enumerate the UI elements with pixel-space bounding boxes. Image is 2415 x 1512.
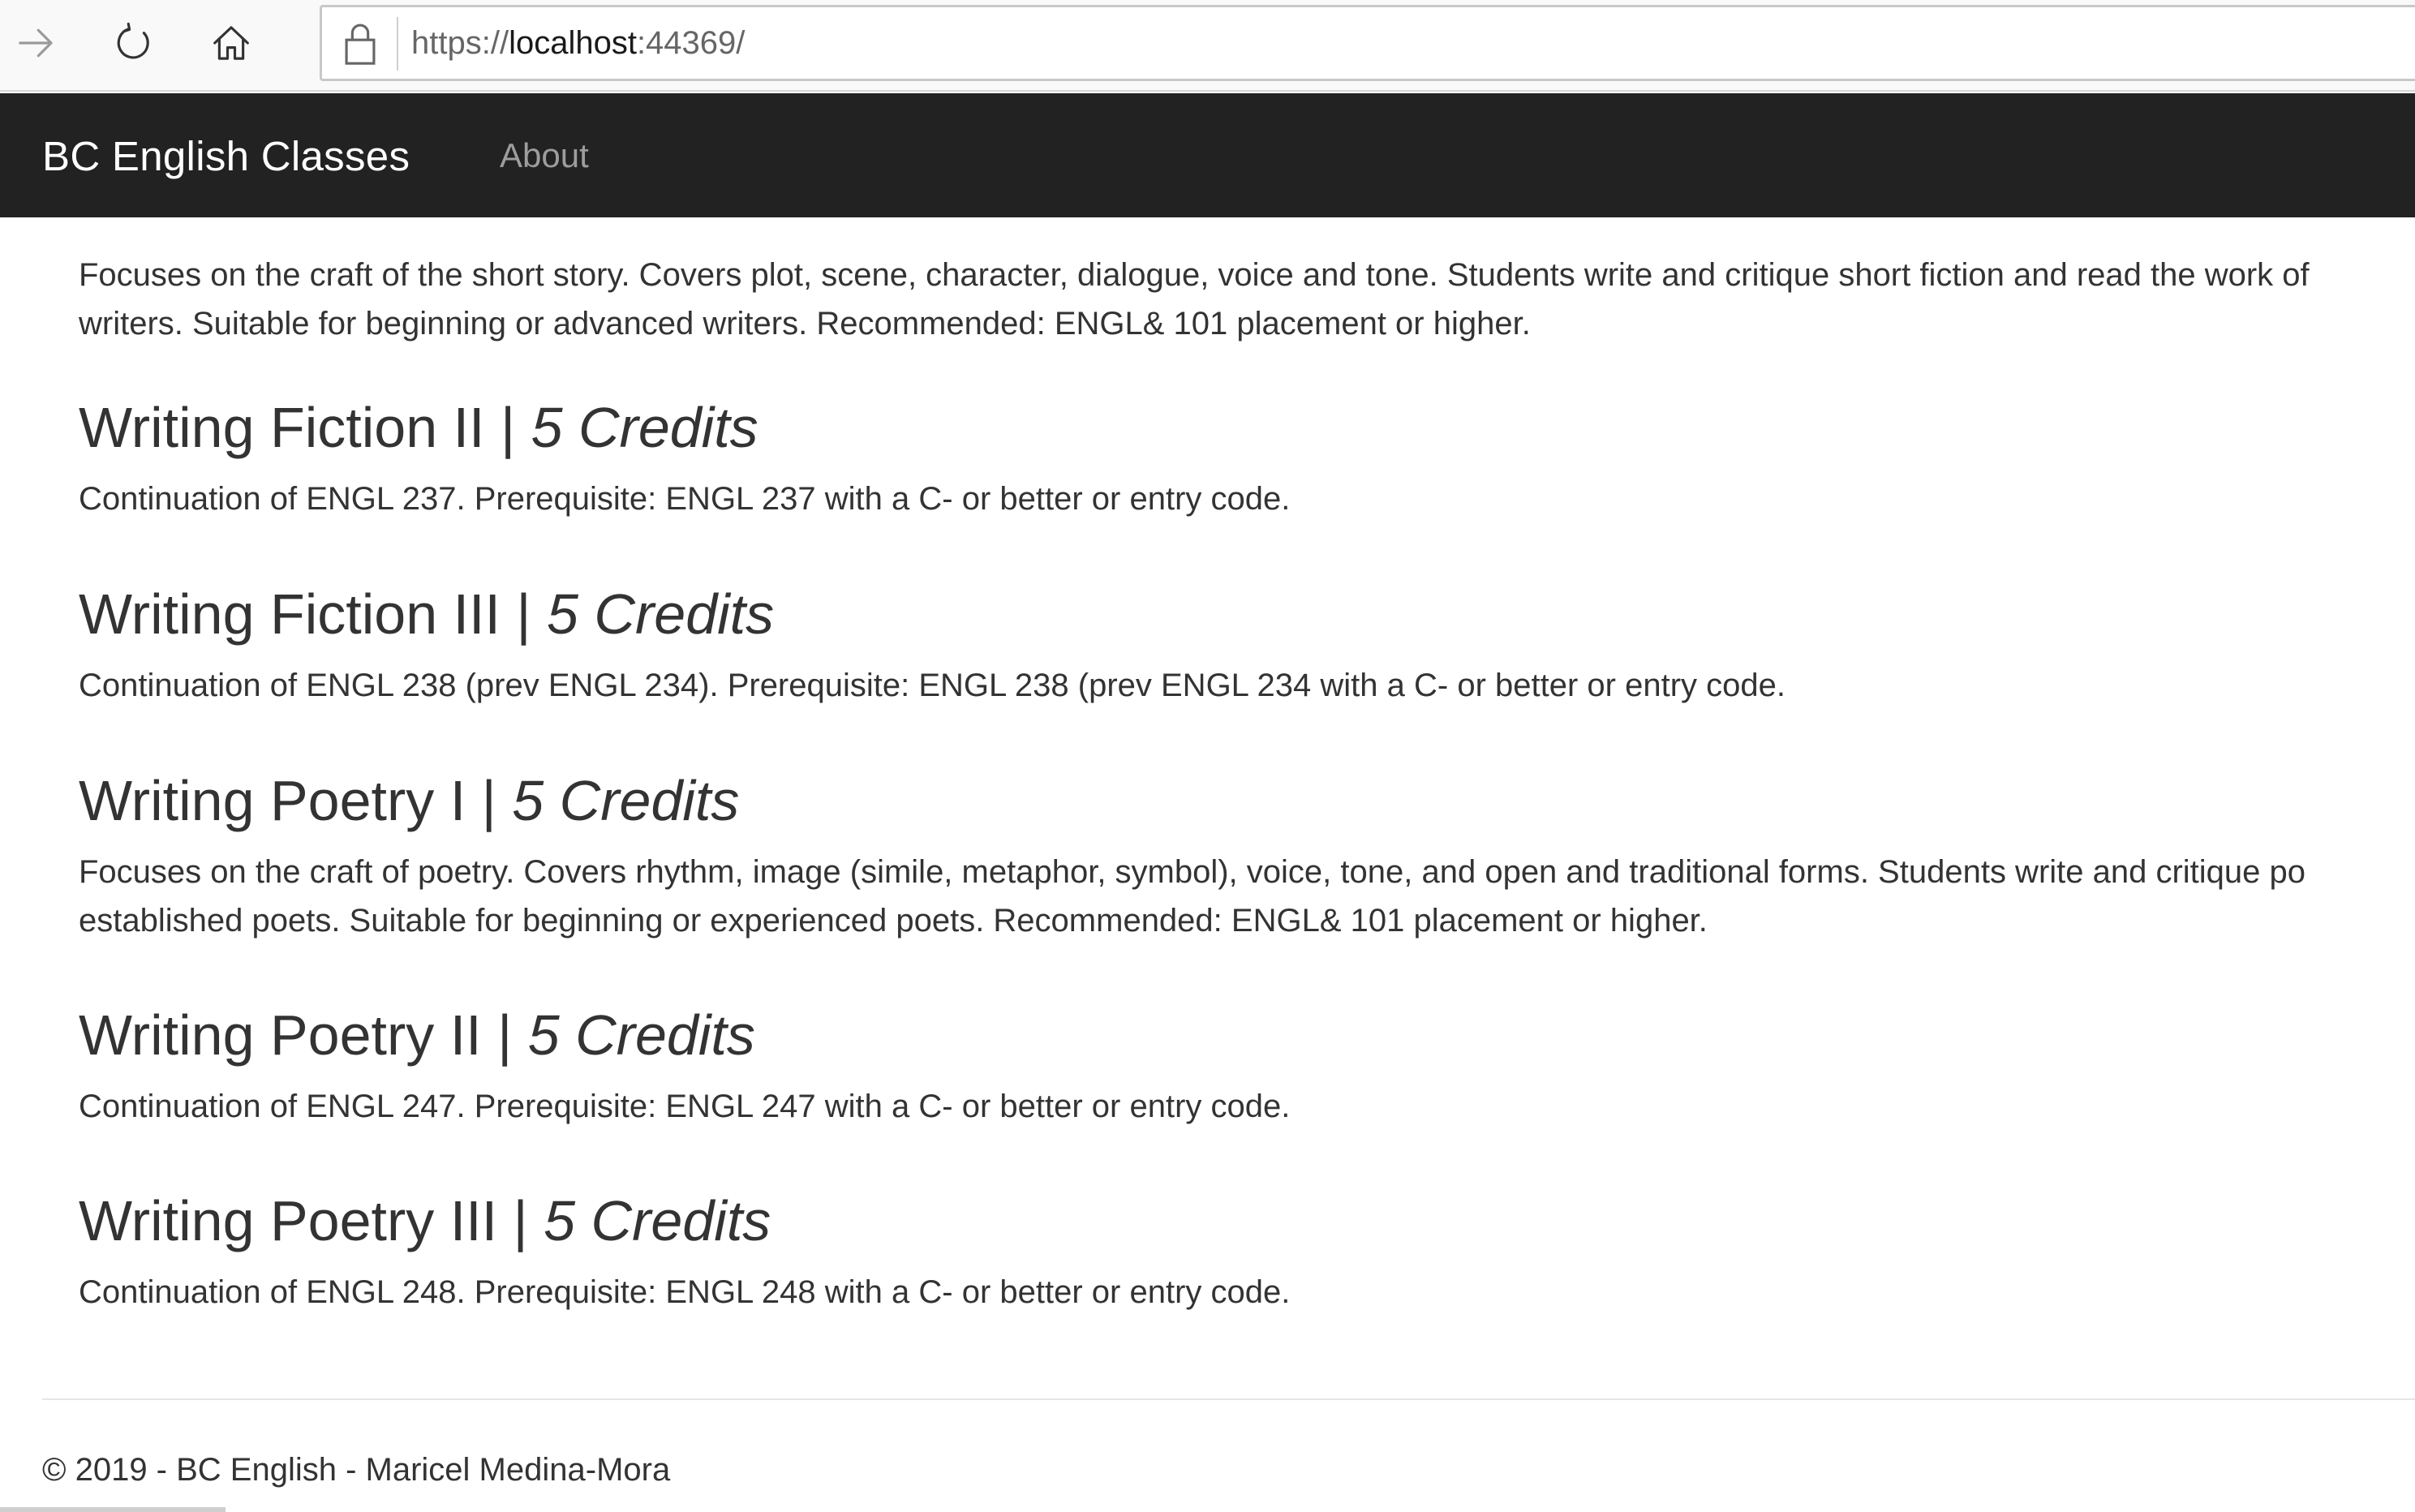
course-credits: 5 Credits [527, 1003, 755, 1067]
course-title-text: Writing Fiction II | [79, 396, 531, 459]
home-button[interactable] [200, 11, 263, 75]
url-port-path: :44369/ [636, 25, 746, 61]
course-description-line: Continuation of ENGL 247. Prerequisite: … [79, 1089, 1291, 1124]
course-title-text: Writing Fiction III | [79, 582, 548, 646]
course-description-line: Focuses on the craft of the short story.… [79, 257, 2310, 293]
course-description-line: Focuses on the craft of poetry. Covers r… [79, 854, 2306, 890]
course-item-writing-poetry-ii: Writing Poetry II | 5 Credits Continuati… [79, 1002, 2415, 1131]
address-separator [397, 17, 398, 71]
course-description-line: writers. Suitable for beginning or advan… [79, 306, 1531, 341]
course-item-writing-fiction-ii: Writing Fiction II | 5 Credits Continuat… [79, 394, 2415, 523]
course-item-writing-poetry-i: Writing Poetry I | 5 Credits Focuses on … [79, 767, 2415, 945]
course-title: Writing Poetry II | 5 Credits [79, 1002, 2415, 1068]
refresh-icon [117, 22, 149, 59]
course-credits: 5 Credits [512, 769, 740, 832]
course-title: Writing Fiction II | 5 Credits [79, 394, 2415, 461]
course-description-line: Continuation of ENGL 237. Prerequisite: … [79, 481, 1291, 517]
footer-copyright: © 2019 - BC English - Maricel Medina-Mor… [42, 1452, 671, 1488]
course-credits: 5 Credits [544, 1189, 771, 1252]
address-bar[interactable]: https://localhost:44369/ [320, 5, 2415, 81]
url-scheme: https:// [411, 25, 509, 61]
course-description: Continuation of ENGL 248. Prerequisite: … [79, 1268, 2415, 1317]
forward-arrow-icon [19, 28, 53, 58]
nav-link-about[interactable]: About [500, 136, 589, 175]
course-description: Continuation of ENGL 237. Prerequisite: … [79, 475, 2415, 523]
course-description-line: Continuation of ENGL 238 (prev ENGL 234)… [79, 668, 1785, 703]
course-item-writing-fiction-iii: Writing Fiction III | 5 Credits Continua… [79, 581, 2415, 710]
course-title: Writing Poetry I | 5 Credits [79, 767, 2415, 834]
course-credits: 5 Credits [547, 582, 775, 646]
main-content: Focuses on the craft of the short story.… [79, 217, 2415, 1377]
partial-course-block: Focuses on the craft of the short story.… [79, 251, 2415, 348]
course-item-writing-poetry-iii: Writing Poetry III | 5 Credits Continuat… [79, 1188, 2415, 1317]
course-credits: 5 Credits [531, 396, 758, 459]
course-description-line: Continuation of ENGL 248. Prerequisite: … [79, 1274, 1291, 1310]
course-title-text: Writing Poetry II | [79, 1003, 528, 1067]
refresh-button[interactable] [102, 11, 165, 75]
brand-link[interactable]: BC English Classes [42, 132, 410, 180]
course-title: Writing Poetry III | 5 Credits [79, 1188, 2415, 1254]
browser-toolbar: https://localhost:44369/ [0, 0, 2415, 92]
forward-button[interactable] [5, 11, 68, 75]
course-description: Continuation of ENGL 238 (prev ENGL 234)… [79, 661, 2415, 710]
course-title-text: Writing Poetry I | [79, 769, 513, 832]
course-description: Focuses on the craft of poetry. Covers r… [79, 848, 2415, 945]
course-title-text: Writing Poetry III | [79, 1189, 544, 1252]
site-navbar: BC English Classes About [0, 93, 2415, 217]
course-description: Focuses on the craft of the short story.… [79, 251, 2415, 348]
course-description-line: established poets. Suitable for beginnin… [79, 903, 1708, 939]
footer-divider [42, 1398, 2415, 1400]
horizontal-scrollbar[interactable] [0, 1507, 226, 1512]
url-text[interactable]: https://localhost:44369/ [411, 25, 745, 62]
url-host: localhost [509, 25, 637, 61]
course-title: Writing Fiction III | 5 Credits [79, 581, 2415, 647]
course-description: Continuation of ENGL 247. Prerequisite: … [79, 1082, 2415, 1131]
lock-icon [345, 24, 376, 65]
home-icon [213, 26, 249, 60]
